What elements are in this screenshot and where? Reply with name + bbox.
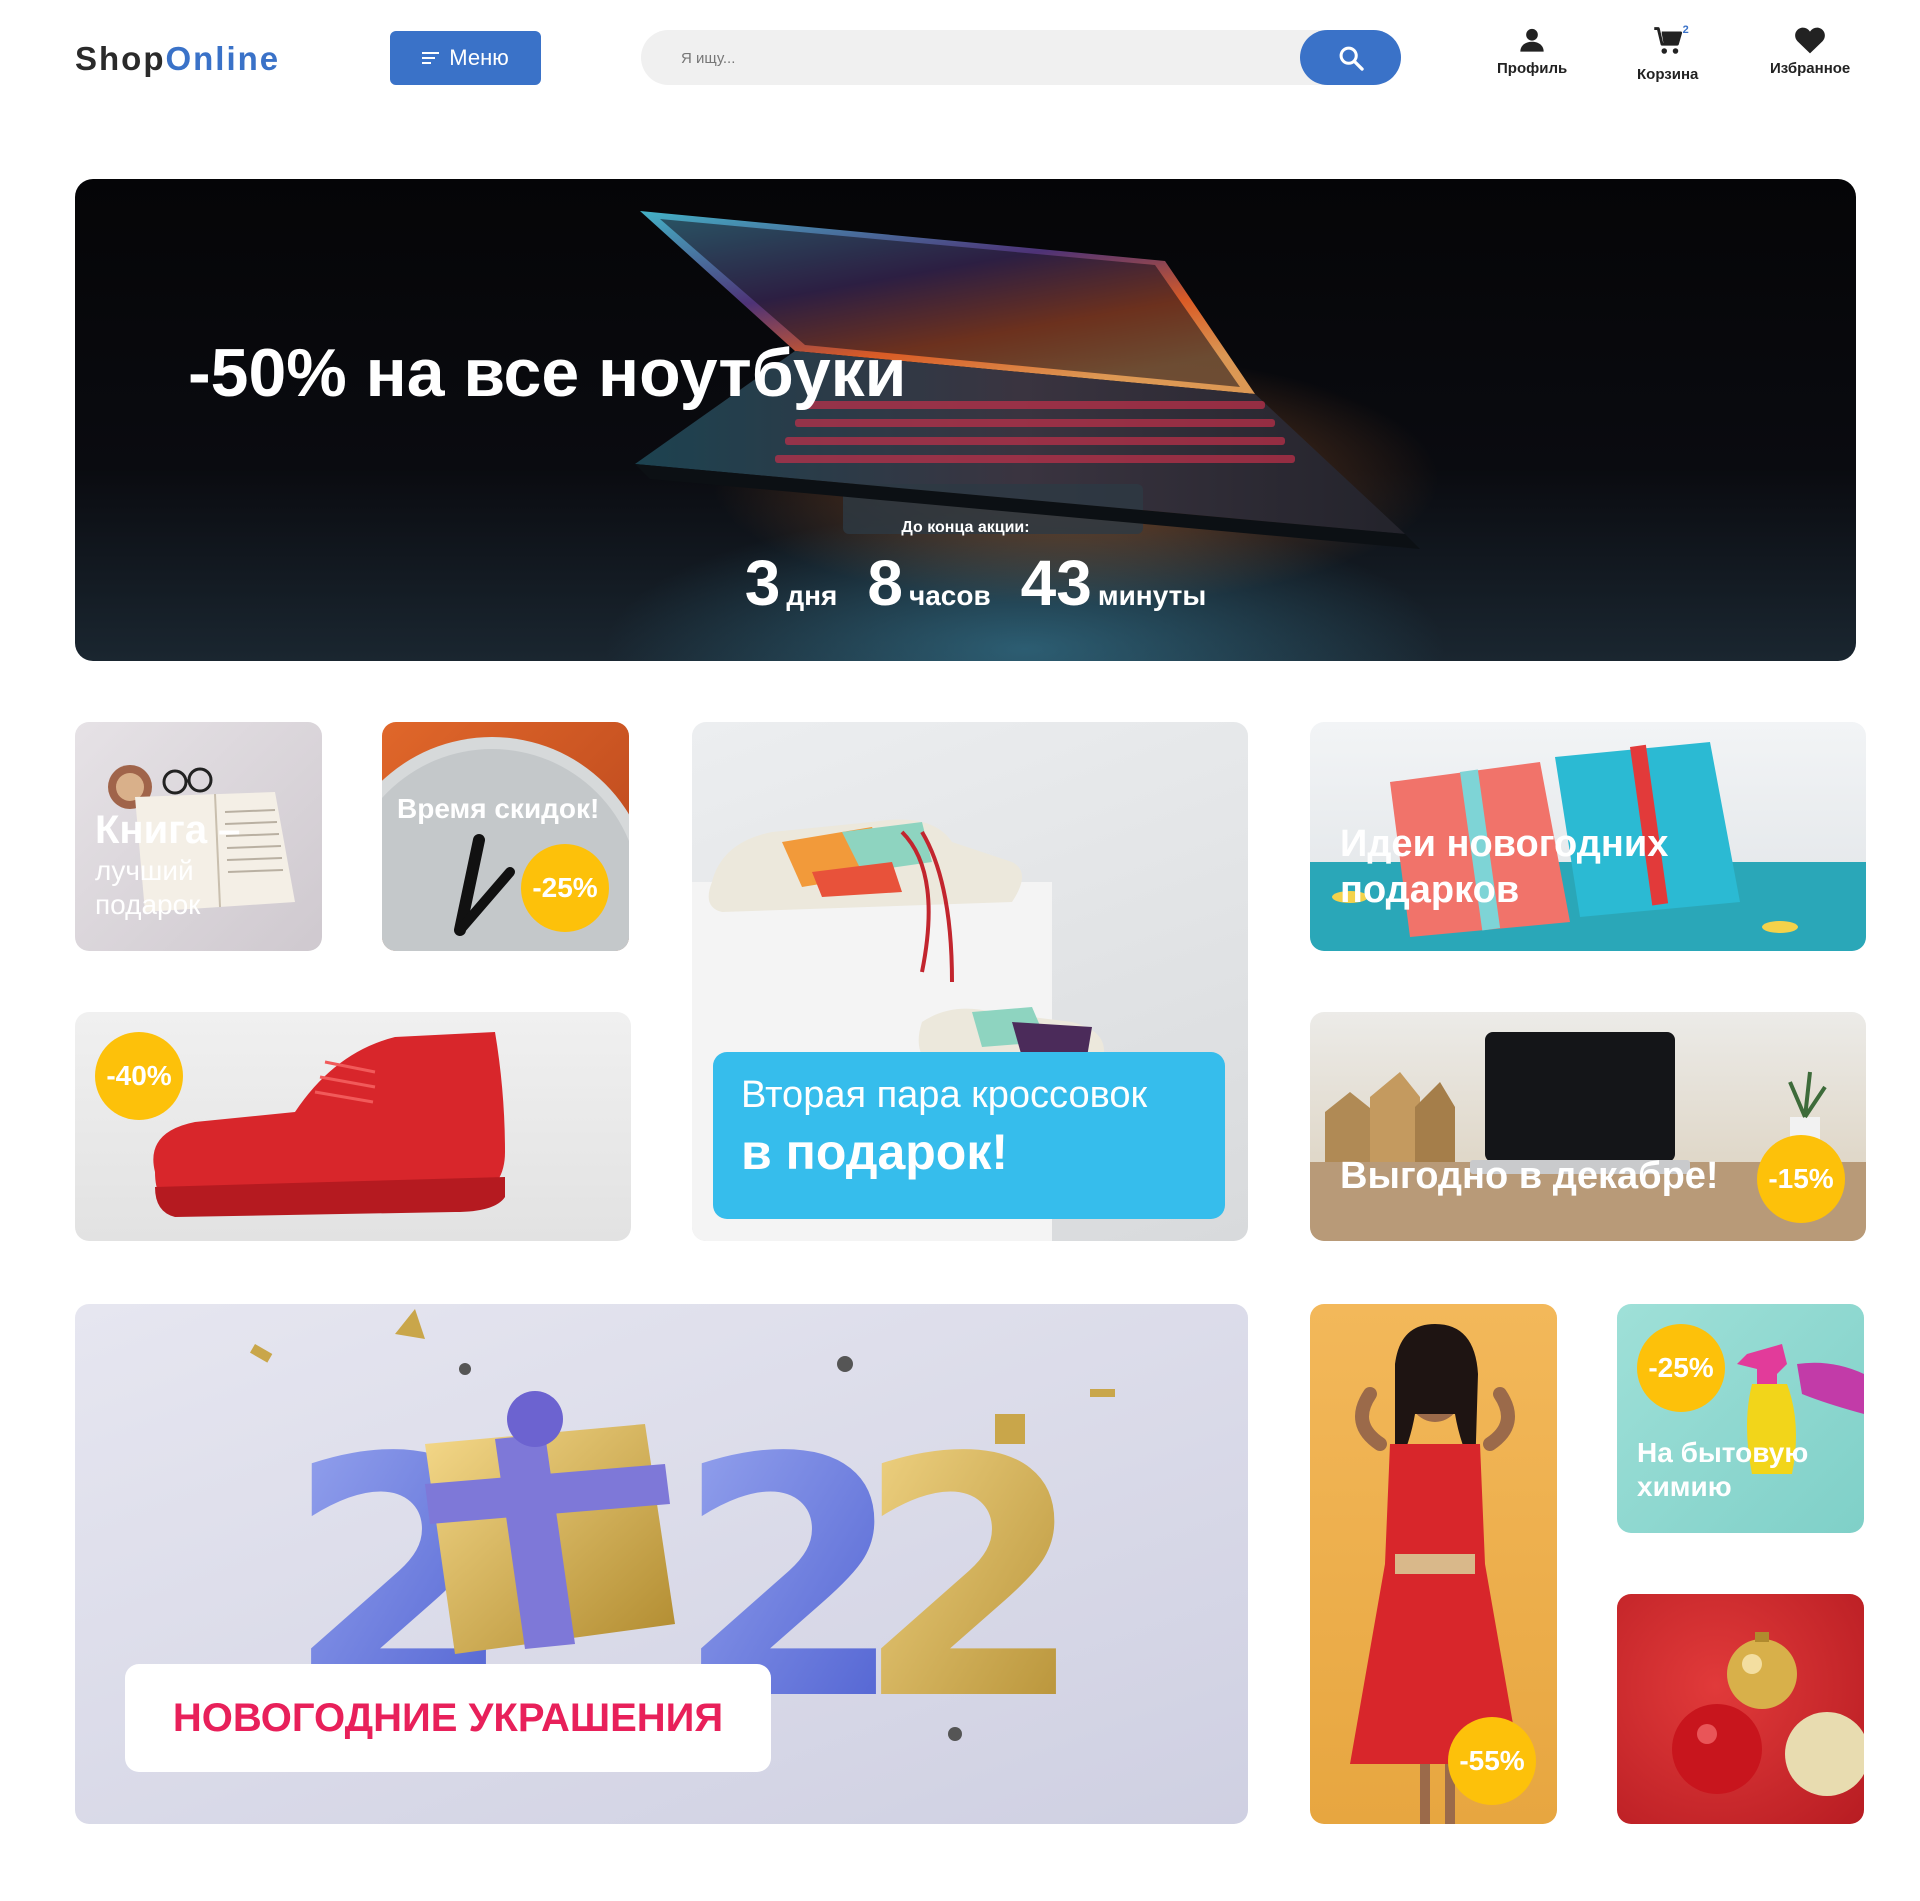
countdown: 3 дня 8 часов 43 минуты xyxy=(75,546,1856,620)
tile-december[interactable]: Выгодно в декабре! -15% xyxy=(1310,1012,1866,1241)
hours-unit: часов xyxy=(908,580,991,611)
hero-banner[interactable]: -50% на все ноутбуки До конца акции: 3 дн… xyxy=(75,179,1856,661)
tile-book[interactable]: Книга – лучший подарок xyxy=(75,722,322,951)
tile-dress[interactable]: -55% xyxy=(1310,1304,1557,1824)
cart-count-badge: 2 xyxy=(1682,24,1689,36)
chemistry-text: На бытовую химию xyxy=(1637,1436,1808,1503)
new-year-decor-banner: НОВОГОДНИЕ УКРАШЕНИЯ xyxy=(125,1664,771,1772)
menu-icon xyxy=(422,52,440,64)
clock-title: Время скидок! xyxy=(397,793,600,824)
logo-online: Online xyxy=(165,40,281,77)
december-discount-badge: -15% xyxy=(1757,1135,1845,1223)
december-title: Выгодно в декабре! xyxy=(1340,1155,1719,1197)
chemistry-discount-badge: -25% xyxy=(1637,1324,1725,1412)
gifts-text: Идеи новогодних подарков xyxy=(1340,822,1668,913)
chemistry-line2: химию xyxy=(1637,1470,1732,1502)
minutes-number: 43 xyxy=(1020,547,1092,619)
countdown-minutes: 43 минуты xyxy=(1021,546,1207,620)
cart-icon xyxy=(1653,27,1682,54)
sneakers-banner: Вторая пара кроссовок в подарок! xyxy=(713,1052,1225,1219)
tile-new-year[interactable]: 2 2 2 НОВОГОДНИЕ УКРАШЕНИЯ xyxy=(75,1304,1248,1824)
clock-discount-badge: -25% xyxy=(521,844,609,932)
year-digit-2: 2 xyxy=(855,1388,1085,1772)
tile-red-shoe[interactable]: -40% xyxy=(75,1012,631,1241)
countdown-days: 3 дня xyxy=(745,546,838,620)
search-icon xyxy=(1339,46,1364,71)
user-icon xyxy=(1520,28,1544,52)
minutes-unit: минуты xyxy=(1097,580,1207,611)
tile-ornaments[interactable] xyxy=(1617,1594,1864,1824)
ornaments-illustration xyxy=(1672,1632,1864,1796)
tile-gifts[interactable]: Идеи новогодних подарков xyxy=(1310,722,1866,951)
cart-link[interactable]: 2 Корзина xyxy=(1637,24,1699,83)
sneakers-line2: в подарок! xyxy=(741,1124,1009,1180)
dress-discount-badge: -55% xyxy=(1448,1717,1536,1805)
menu-button[interactable]: Меню xyxy=(390,31,541,85)
book-line2: лучший xyxy=(95,855,194,886)
profile-link[interactable]: Профиль xyxy=(1497,26,1567,77)
red-shoe-discount-badge: -40% xyxy=(95,1032,183,1120)
favorites-label: Избранное xyxy=(1770,60,1851,77)
days-unit: дня xyxy=(786,580,838,611)
logo[interactable]: ShopOnline xyxy=(75,40,280,78)
heart-icon xyxy=(1795,27,1825,54)
cart-label: Корзина xyxy=(1637,66,1699,83)
gifts-line1: Идеи новогодних xyxy=(1340,823,1669,865)
days-number: 3 xyxy=(744,547,781,619)
gifts-line2: подарков xyxy=(1340,868,1520,911)
hero-title: -50% на все ноутбуки xyxy=(188,335,907,411)
search-button[interactable] xyxy=(1300,30,1401,85)
countdown-hours: 8 часов xyxy=(867,546,990,620)
tile-clock[interactable]: Время скидок! -25% xyxy=(382,722,629,951)
profile-label: Профиль xyxy=(1497,60,1568,77)
search-bar xyxy=(641,30,1401,87)
book-line3: подарок xyxy=(95,888,201,920)
book-line1: Книга – xyxy=(95,808,241,852)
page: ShopOnline Меню Профиль xyxy=(0,0,1920,1901)
chemistry-line1: На бытовую xyxy=(1637,1437,1809,1468)
sneakers-line1: Вторая пара кроссовок xyxy=(741,1074,1148,1116)
favorites-link[interactable]: Избранное xyxy=(1770,26,1850,77)
menu-label: Меню xyxy=(449,45,509,70)
hours-number: 8 xyxy=(867,547,903,619)
search-input[interactable] xyxy=(679,30,1283,87)
tile-sneakers[interactable]: Вторая пара кроссовок в подарок! xyxy=(692,722,1248,1241)
logo-shop: Shop xyxy=(75,40,166,77)
countdown-label: До конца акции: xyxy=(901,519,1030,536)
book-text: Книга – лучший подарок xyxy=(95,806,240,921)
tile-chemistry[interactable]: -25% На бытовую химию xyxy=(1617,1304,1864,1533)
new-year-decor-label: НОВОГОДНИЕ УКРАШЕНИЯ xyxy=(172,1695,724,1740)
